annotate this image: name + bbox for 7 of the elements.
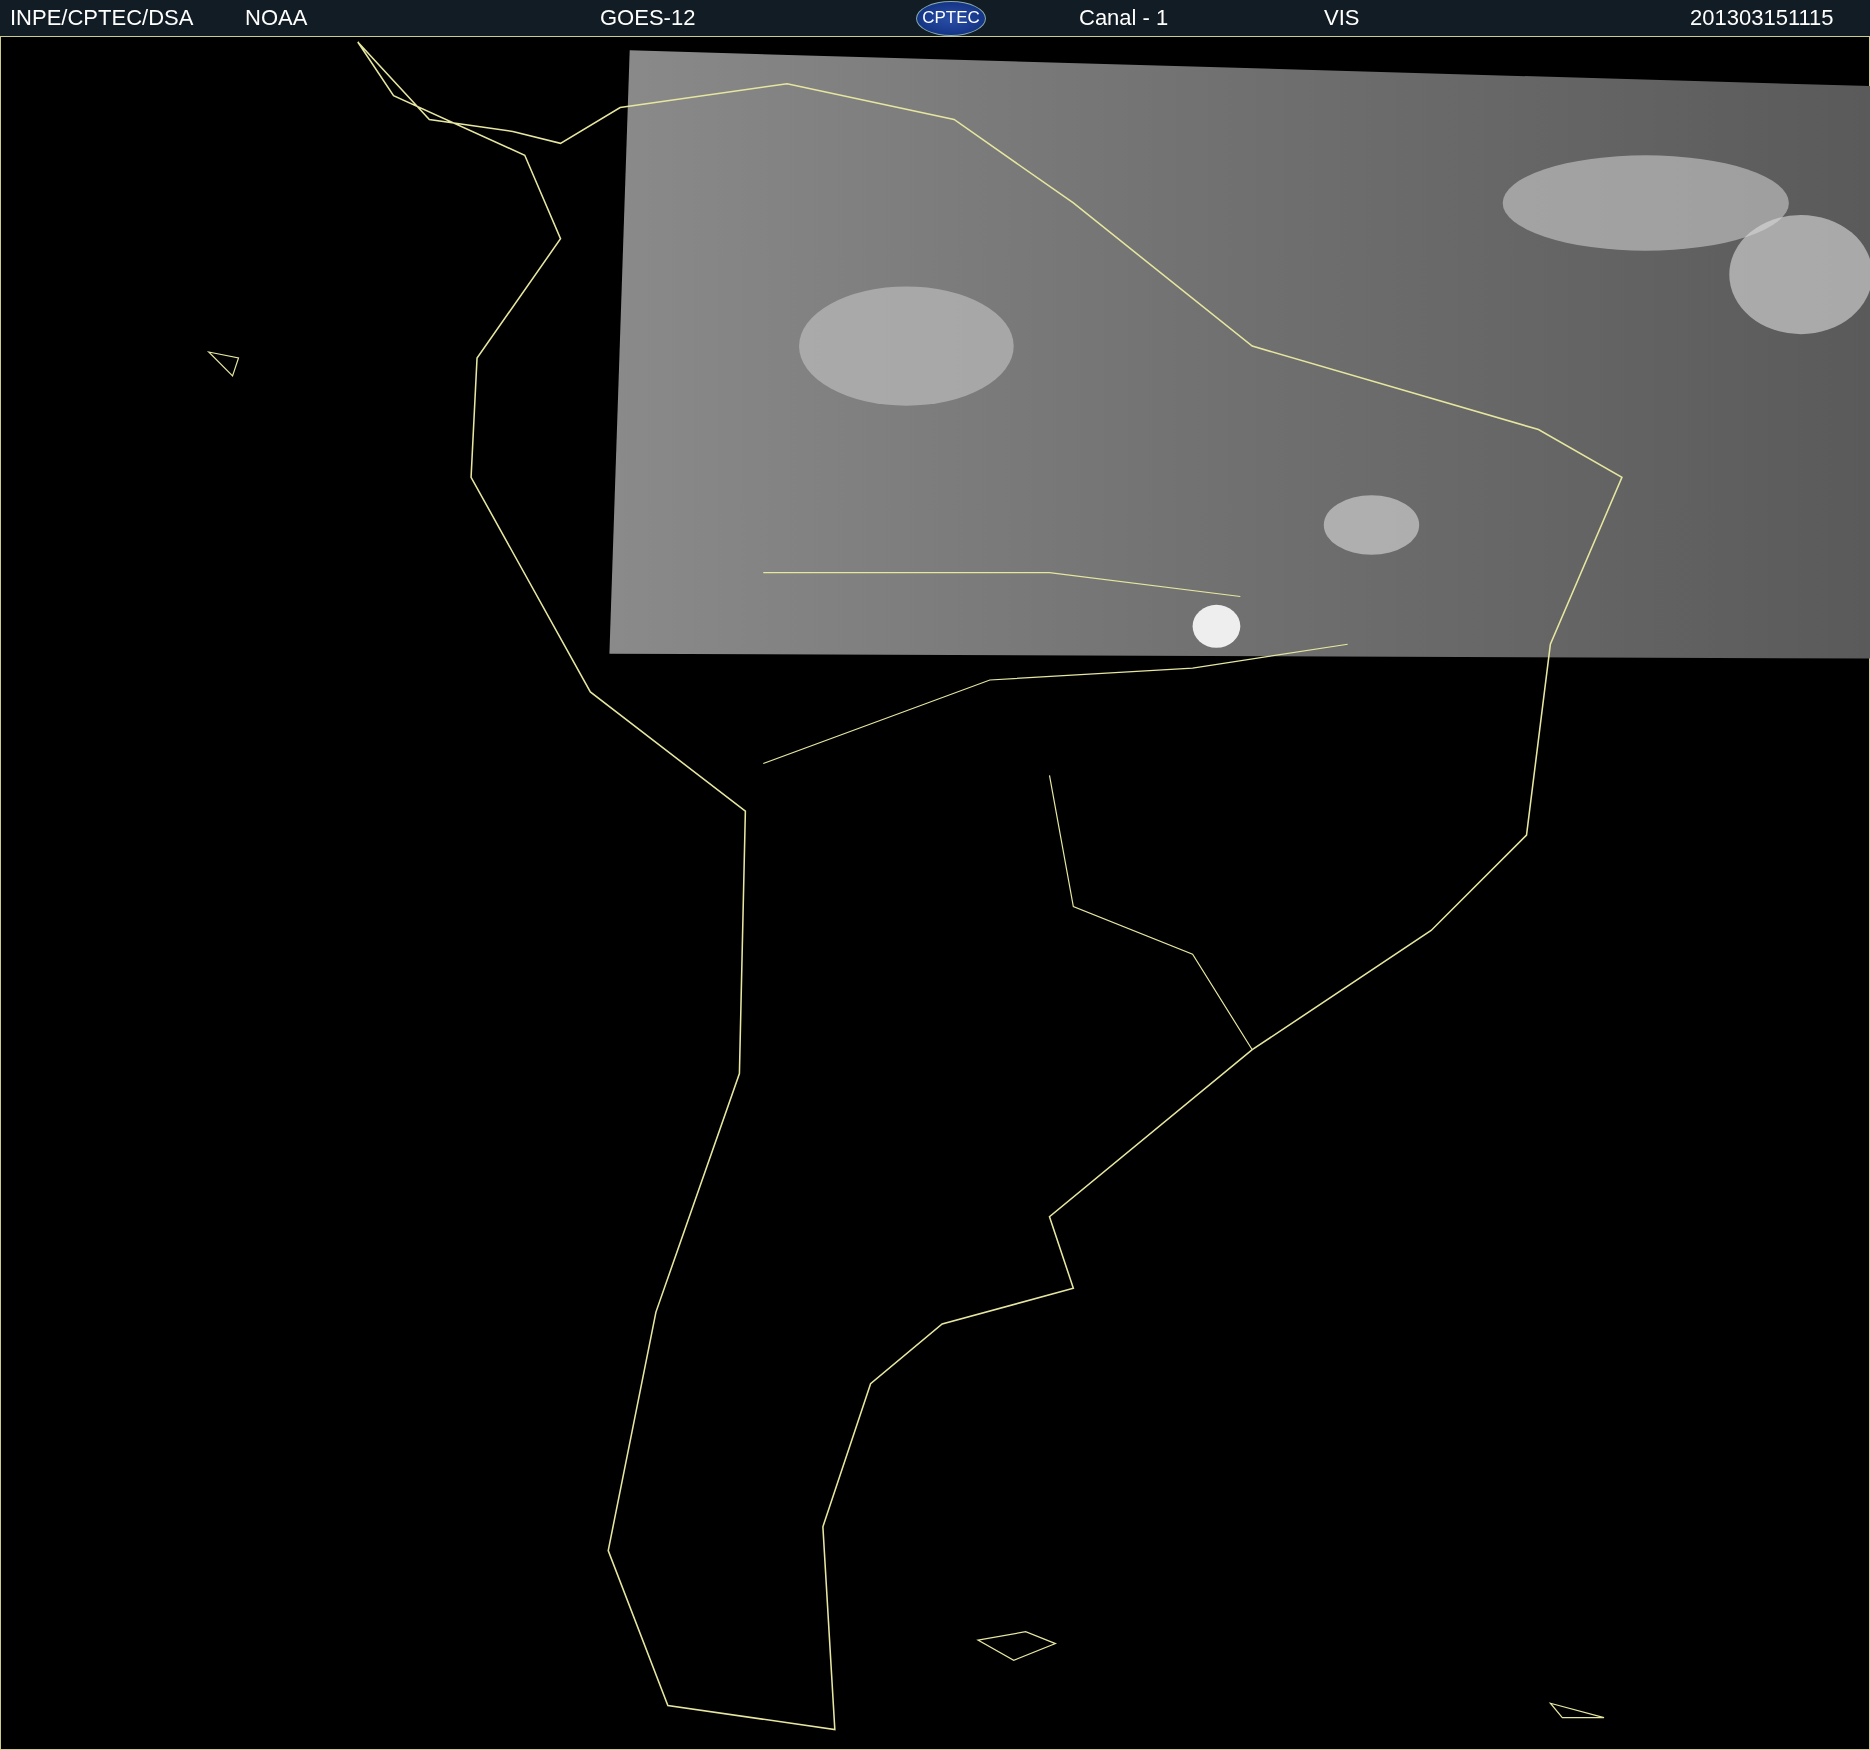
header-label: Canal - 1: [1079, 5, 1169, 30]
header-label: NOAA: [245, 5, 308, 30]
logo: CPTEC: [916, 0, 986, 36]
header-label: GOES-12: [600, 5, 696, 30]
header-label: INPE/CPTEC/DSA: [10, 5, 194, 30]
header-label: 201303151115: [1690, 5, 1834, 30]
header-label: VIS: [1324, 5, 1360, 30]
